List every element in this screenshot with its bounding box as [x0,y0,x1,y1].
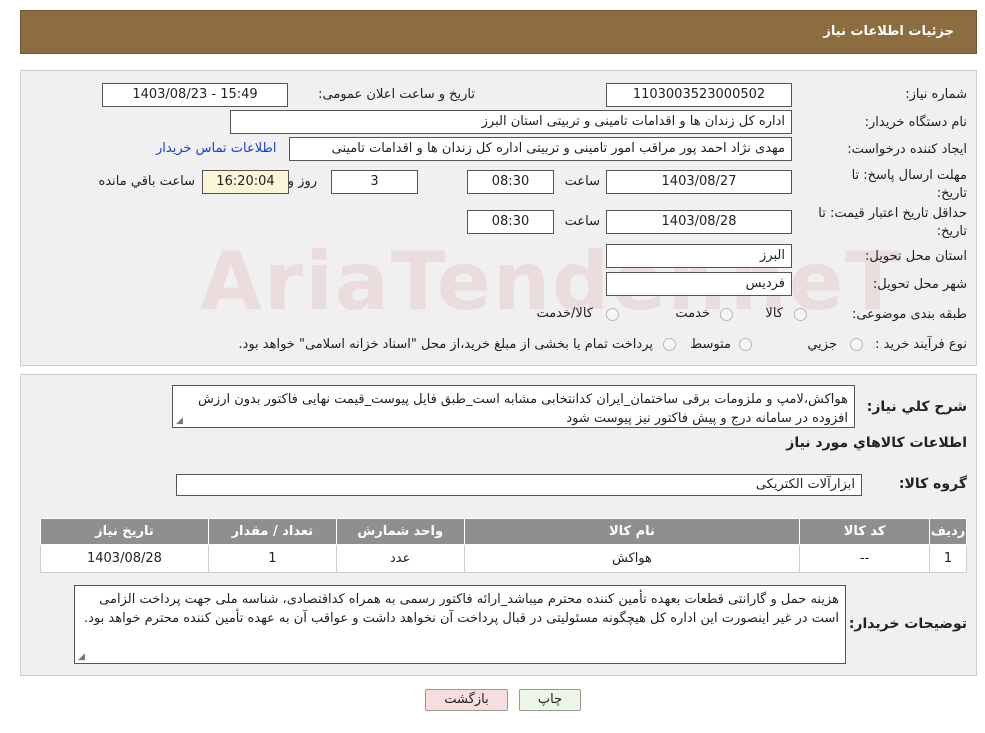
need-number-label: شماره نیاز: [905,87,967,102]
price-validity-time-label: ساعت [564,214,600,229]
process-option-minor: جزیي [807,337,837,352]
remaining-time-label: ساعت باقي مانده [98,174,195,189]
goods-table-header: رديف کد کالا نام کالا واحد شمارش تعداد /… [40,518,967,545]
price-validity-time-field[interactable]: 08:30 [467,210,554,234]
price-validity-date-field[interactable]: 1403/08/28 [606,210,792,234]
province-label: استان محل تحویل: [865,249,967,264]
category-radio-goods[interactable] [794,308,807,321]
cell-goods-code: -- [799,544,931,573]
category-option-goods-service: کالا/خدمت [536,306,593,321]
col-unit: واحد شمارش [335,518,465,545]
goods-group-label: گروه کالا: [898,476,967,492]
goods-group-field[interactable]: ابزارآلات الکتریکی [176,474,862,496]
cell-quantity: 1 [207,544,337,573]
remaining-time-field: 16:20:04 [202,170,289,194]
back-button[interactable]: بازگشت [425,689,508,711]
buyer-notes-label: توضیحات خریدار: [848,616,967,632]
buyer-notes-text: هزینه حمل و گارانتی قطعات بعهده تأمین کن… [84,592,839,626]
cell-need-date: 1403/08/28 [40,544,209,573]
creator-field[interactable]: مهدی نژاد احمد پور مراقب امور تامینی و ت… [289,137,792,161]
need-number-field[interactable]: 1103003523000502 [606,83,792,107]
creator-label: ایجاد کننده درخواست: [847,142,967,157]
resize-grip-icon[interactable]: ◢ [78,652,85,662]
cell-row-number: 1 [929,544,967,573]
col-goods-code: کد کالا [799,518,931,545]
days-field[interactable]: 3 [331,170,418,194]
print-button[interactable]: چاپ [519,689,581,711]
treasury-checkbox[interactable] [663,338,676,351]
col-goods-name: نام کالا [463,518,801,545]
page-title: جزئیات اطلاعات نیاز [823,24,954,39]
price-validity-label: حداقل تاریخ اعتبار قیمت: تا تاریخ: [818,206,967,239]
summary-text: هواکش،لامپ و ملزومات برقی ساختمان_ایران … [198,392,848,426]
goods-info-title: اطلاعات کالاهاي مورد نياز [786,435,967,451]
table-row: 1 -- هواکش عدد 1 1403/08/28 [40,544,967,573]
process-option-medium: متوسط [690,337,731,352]
col-quantity: تعداد / مقدار [207,518,337,545]
deadline-label: مهلت ارسال پاسخ: تا تاریخ: [851,168,967,201]
province-field[interactable]: البرز [606,244,792,268]
days-label: روز و [287,174,317,189]
cell-unit: عدد [335,544,465,573]
process-radio-minor[interactable] [850,338,863,351]
cell-goods-name: هواکش [463,544,801,573]
col-need-date: تاريخ نياز [40,518,209,545]
deadline-date-field[interactable]: 1403/08/27 [606,170,792,194]
process-radio-medium[interactable] [739,338,752,351]
buyer-name-field[interactable]: اداره کل زندان ها و اقدامات تامینی و ترب… [230,110,792,134]
page-header: جزئیات اطلاعات نیاز [20,10,977,54]
goods-table-wrapper: رديف کد کالا نام کالا واحد شمارش تعداد /… [40,518,967,573]
buyer-contact-link[interactable]: اطلاعات تماس خریدار [156,141,276,156]
deadline-time-field[interactable]: 08:30 [467,170,554,194]
summary-label: شرح کلي نياز: [866,399,967,415]
city-field[interactable]: فردیس [606,272,792,296]
purchase-process-label: نوع فرآیند خرید : [875,337,967,352]
announce-date-label: تاریخ و ساعت اعلان عمومی: [318,87,475,102]
summary-textarea[interactable]: هواکش،لامپ و ملزومات برقی ساختمان_ایران … [172,385,855,428]
buyer-notes-textarea[interactable]: هزینه حمل و گارانتی قطعات بعهده تأمین کن… [74,585,846,664]
treasury-note: پرداخت تمام یا بخشی از مبلغ خرید،از محل … [238,337,653,352]
buyer-name-label: نام دستگاه خریدار: [864,115,967,130]
goods-table: رديف کد کالا نام کالا واحد شمارش تعداد /… [40,518,967,573]
deadline-time-label: ساعت [564,174,600,189]
category-option-service: خدمت [675,306,710,321]
category-radio-goods-service[interactable] [606,308,619,321]
category-option-goods: کالا [765,306,783,321]
col-row-number: رديف [929,518,967,545]
category-radio-service[interactable] [720,308,733,321]
category-label: طبقه بندی موضوعی: [851,307,967,322]
city-label: شهر محل تحویل: [872,277,967,292]
resize-grip-icon[interactable]: ◢ [176,416,183,426]
announce-date-field[interactable]: 1403/08/23 - 15:49 [102,83,288,107]
